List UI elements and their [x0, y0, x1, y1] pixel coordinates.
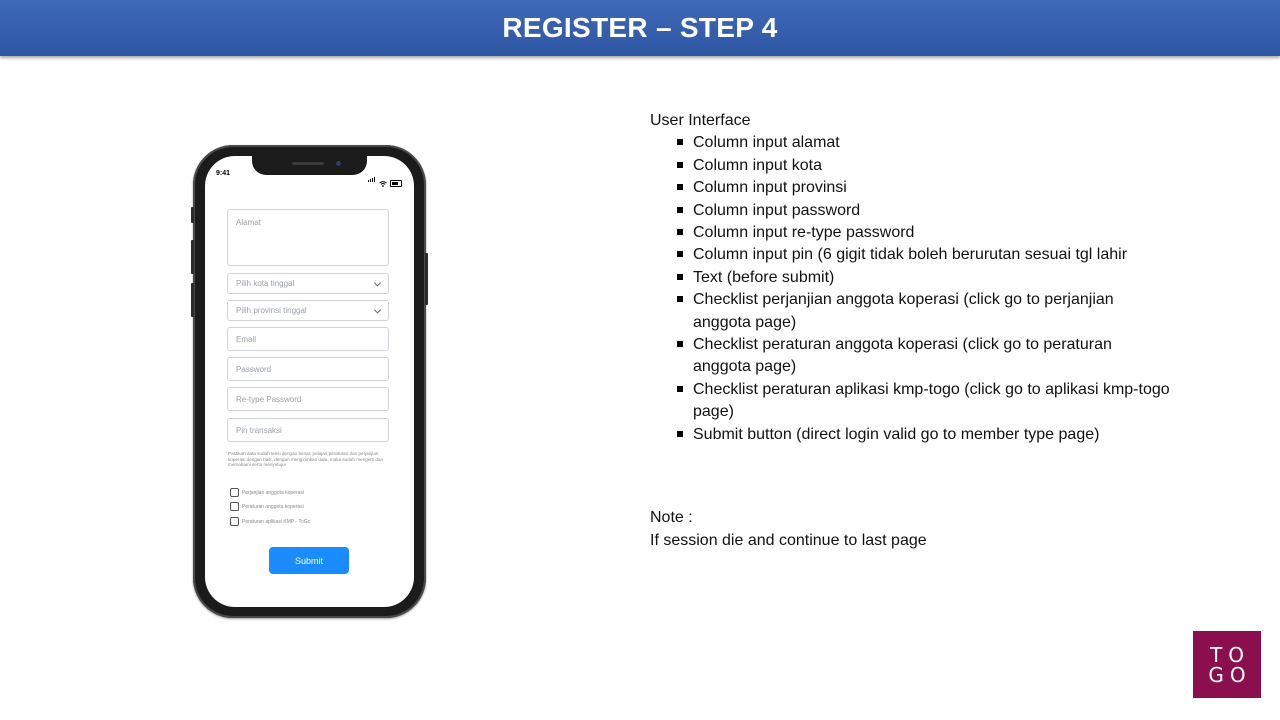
list-item: Checklist perjanjian anggota koperasi (c…: [677, 289, 1170, 334]
phone-screen: 9:41 Alamat Pilih kota tinggal Pilih pro…: [205, 156, 414, 607]
phone-mute-switch: [191, 207, 194, 223]
list-item: Column input provinsi: [677, 177, 1170, 199]
note-label: Note :: [650, 509, 693, 526]
description-heading: User Interface: [650, 112, 751, 129]
note-text: If session die and continue to last page: [650, 532, 927, 549]
checkbox-label: Peraturan aplikasi KMP - ToGo: [242, 518, 311, 525]
list-item: Checklist peraturan anggota koperasi (cl…: [677, 334, 1170, 379]
note-section: Note : If session die and continue to la…: [650, 506, 927, 552]
provinsi-placeholder: Pilih provinsi tinggal: [236, 306, 307, 315]
front-camera: [336, 161, 341, 166]
wifi-icon: [379, 181, 387, 187]
list-item: Checklist peraturan aplikasi kmp-togo (c…: [677, 379, 1170, 424]
phone-mockup: 9:41 Alamat Pilih kota tinggal Pilih pro…: [191, 145, 428, 618]
password-placeholder: Password: [236, 364, 272, 374]
speaker-grille: [292, 162, 324, 165]
alamat-placeholder: Alamat: [236, 218, 261, 227]
logo-line-2: GO: [1208, 662, 1252, 687]
kota-placeholder: Pilih kota tinggal: [236, 279, 295, 288]
phone-power-button: [425, 253, 428, 305]
chevron-down-icon: [373, 305, 382, 314]
alamat-input[interactable]: Alamat: [227, 209, 389, 266]
checkbox-box[interactable]: [230, 502, 239, 511]
chevron-down-icon: [373, 278, 382, 287]
checkbox-box[interactable]: [230, 488, 239, 497]
pin-field[interactable]: Pin transaksi: [227, 418, 389, 442]
kota-select[interactable]: Pilih kota tinggal: [227, 273, 389, 294]
logo-line-1: TO: [1210, 642, 1250, 667]
list-item: Submit button (direct login valid go to …: [677, 424, 1170, 446]
list-item: Column input re-type password: [677, 222, 1170, 244]
retype-password-field[interactable]: Re-type Password: [227, 387, 389, 411]
submit-button[interactable]: Submit: [269, 547, 349, 574]
phone-notch: [252, 156, 367, 175]
ui-description: User Interface Column input alamat Colum…: [650, 110, 1170, 446]
phone-volume-up-button: [191, 240, 194, 274]
phone-volume-down-button: [191, 283, 194, 317]
list-item: Column input pin (6 gigit tidak boleh be…: [677, 244, 1170, 266]
slide-header: REGISTER – STEP 4: [0, 0, 1280, 56]
togo-logo: TO GO: [1193, 631, 1261, 698]
checkbox-label: Peraturan anggota koperasi: [242, 503, 304, 510]
password-field[interactable]: Password: [227, 357, 389, 381]
provinsi-select[interactable]: Pilih provinsi tinggal: [227, 300, 389, 321]
checkbox-box[interactable]: [230, 517, 239, 526]
checkbox-perjanjian[interactable]: Perjanjian anggota koperasi: [230, 488, 304, 497]
email-placeholder: Email: [236, 334, 257, 344]
checkbox-peraturan-anggota[interactable]: Peraturan anggota koperasi: [230, 502, 304, 511]
checkbox-peraturan-aplikasi[interactable]: Peraturan aplikasi KMP - ToGo: [230, 517, 310, 526]
pin-placeholder: Pin transaksi: [236, 425, 282, 435]
status-time: 9:41: [216, 170, 231, 177]
slide-title: REGISTER – STEP 4: [502, 12, 778, 43]
status-icons: [367, 169, 402, 187]
battery-icon: [390, 180, 402, 187]
retype-password-placeholder: Re-type Password: [236, 394, 302, 404]
list-item: Column input alamat: [677, 132, 1170, 154]
list-item: Column input kota: [677, 155, 1170, 177]
description-list: Column input alamat Column input kota Co…: [650, 132, 1170, 446]
disclaimer-text: Pastikan data sudah terisi dengan benar,…: [228, 451, 384, 468]
list-item: Text (before submit): [677, 267, 1170, 289]
email-field[interactable]: Email: [227, 327, 389, 351]
checkbox-label: Perjanjian anggota koperasi: [242, 489, 304, 496]
list-item: Column input password: [677, 200, 1170, 222]
signal-icon: [367, 169, 376, 187]
